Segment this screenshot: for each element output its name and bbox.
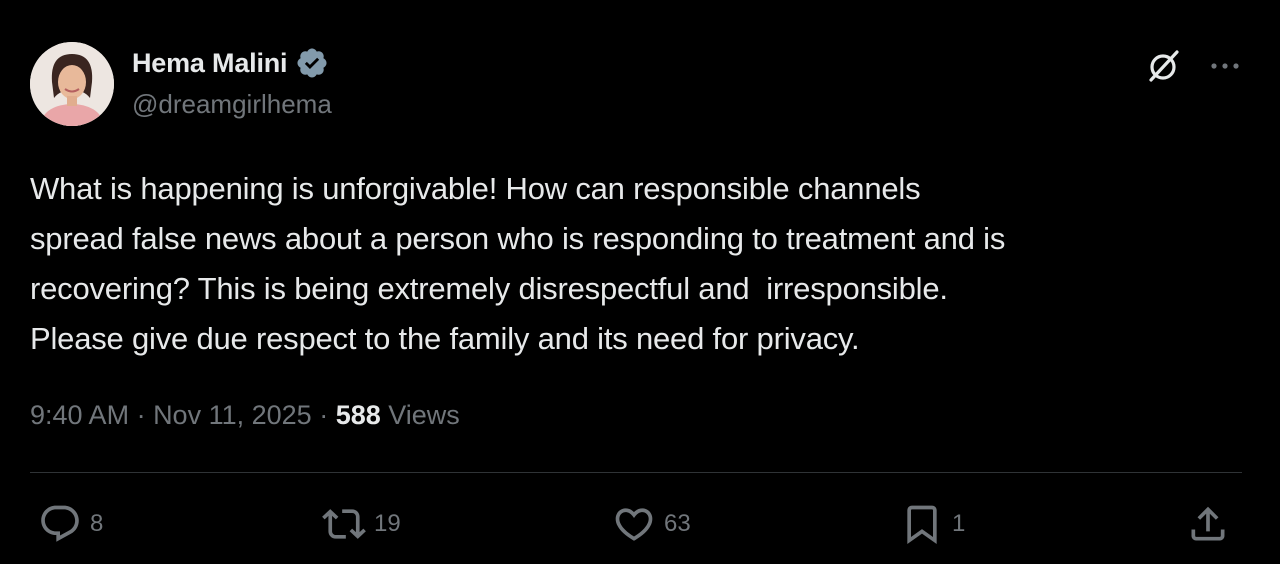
tweet-text-line: Please give due respect to the family an… [30,321,860,356]
tweet-text-line: spread false news about a person who is … [30,221,1006,256]
repost-icon [322,509,366,539]
share-icon [1191,506,1225,541]
author-name-row: Hema Malini [132,46,329,80]
meta-separator: · [311,400,336,430]
more-icon[interactable] [1210,61,1240,71]
tweet-text-line: recovering? This is being extremely disr… [30,271,948,306]
tweet-text-line: What is happening is unforgivable! How c… [30,171,921,206]
bookmark-button[interactable]: 1 [900,502,965,546]
tweet-meta: 9:40 AM · Nov 11, 2025 · 588 Views [30,400,460,431]
reply-icon [41,505,79,542]
bookmark-icon [907,505,937,545]
meta-separator: · [129,400,154,430]
like-button[interactable]: 63 [612,502,691,546]
repost-button[interactable]: 19 [322,502,401,546]
like-icon [615,508,653,541]
repost-count: 19 [374,510,401,537]
tweet-card: Hema Malini @dreamgirlhema What is happe… [0,0,1280,564]
grok-icon[interactable] [1144,46,1184,86]
tweet-action-bar: 8 19 63 1 [0,502,1280,552]
reply-count: 8 [90,510,104,537]
views-label: Views [380,400,460,430]
reply-button[interactable]: 8 [38,502,103,546]
views-count[interactable]: 588 [336,400,381,431]
divider [30,472,1242,473]
tweet-date[interactable]: Nov 11, 2025 [153,400,312,431]
tweet-time[interactable]: 9:40 AM [30,400,129,431]
share-button[interactable] [1186,502,1230,546]
author-handle[interactable]: @dreamgirlhema [132,89,332,120]
author-display-name[interactable]: Hema Malini [132,48,288,79]
like-count: 63 [664,510,691,537]
tweet-top-actions [1144,46,1240,86]
bookmark-count: 1 [952,510,966,537]
profile-photo-icon [30,42,114,126]
tweet-text: What is happening is unforgivable! How c… [30,164,1255,364]
avatar[interactable] [30,42,114,126]
verified-badge-icon[interactable] [295,46,329,80]
